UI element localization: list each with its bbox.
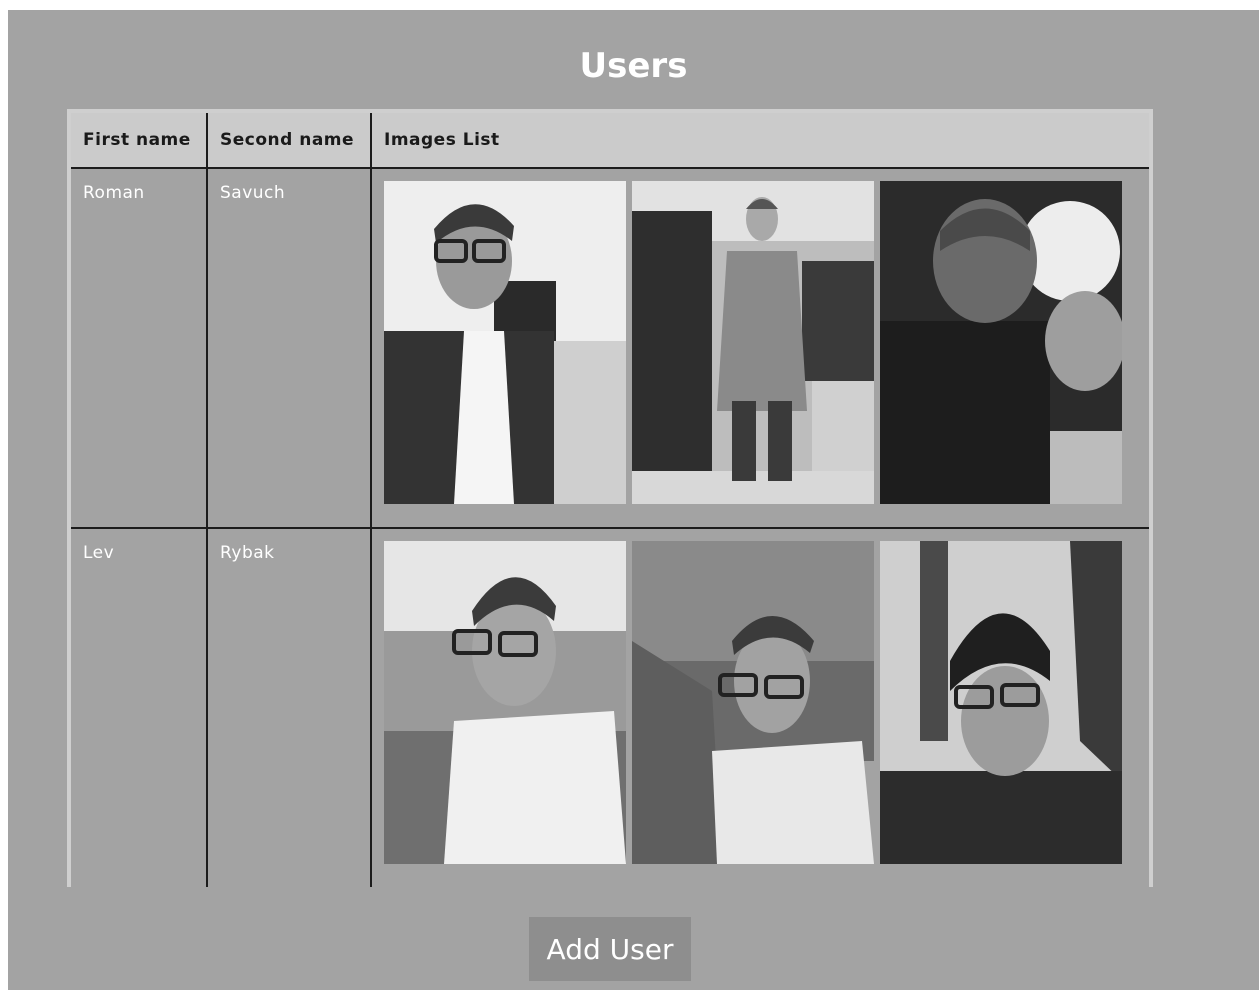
header-images-list: Images List xyxy=(371,113,1149,169)
selfie-with-cat-photo[interactable] xyxy=(880,181,1122,504)
cap-selfie-photo[interactable] xyxy=(880,541,1122,864)
coastal-cliff-selfie-photo[interactable] xyxy=(632,541,874,864)
seaside-selfie-photo[interactable] xyxy=(384,541,626,864)
images-cell xyxy=(371,527,1149,887)
users-table: First name Second name Images List Roman… xyxy=(71,113,1149,887)
images-list xyxy=(384,541,1149,864)
clothing-store-full-body-photo[interactable] xyxy=(632,181,874,504)
header-second-name: Second name xyxy=(207,113,372,169)
table-row: Roman Savuch xyxy=(71,168,1149,528)
users-table-container: First name Second name Images List Roman… xyxy=(67,109,1153,887)
users-page: Users First name Second name Images List… xyxy=(8,10,1259,990)
table-row: Lev Rybak xyxy=(71,527,1149,887)
images-list xyxy=(384,181,1149,504)
second-name-cell: Rybak xyxy=(207,527,372,887)
images-cell xyxy=(371,168,1149,528)
table-header-row: First name Second name Images List xyxy=(71,113,1149,169)
header-first-name: First name xyxy=(71,113,208,169)
page-title: Users xyxy=(579,46,688,86)
selfie-office-photo[interactable] xyxy=(384,181,626,504)
first-name-cell: Roman xyxy=(71,168,208,528)
first-name-cell: Lev xyxy=(71,527,208,887)
second-name-cell: Savuch xyxy=(207,168,372,528)
add-user-button[interactable]: Add User xyxy=(529,917,691,981)
